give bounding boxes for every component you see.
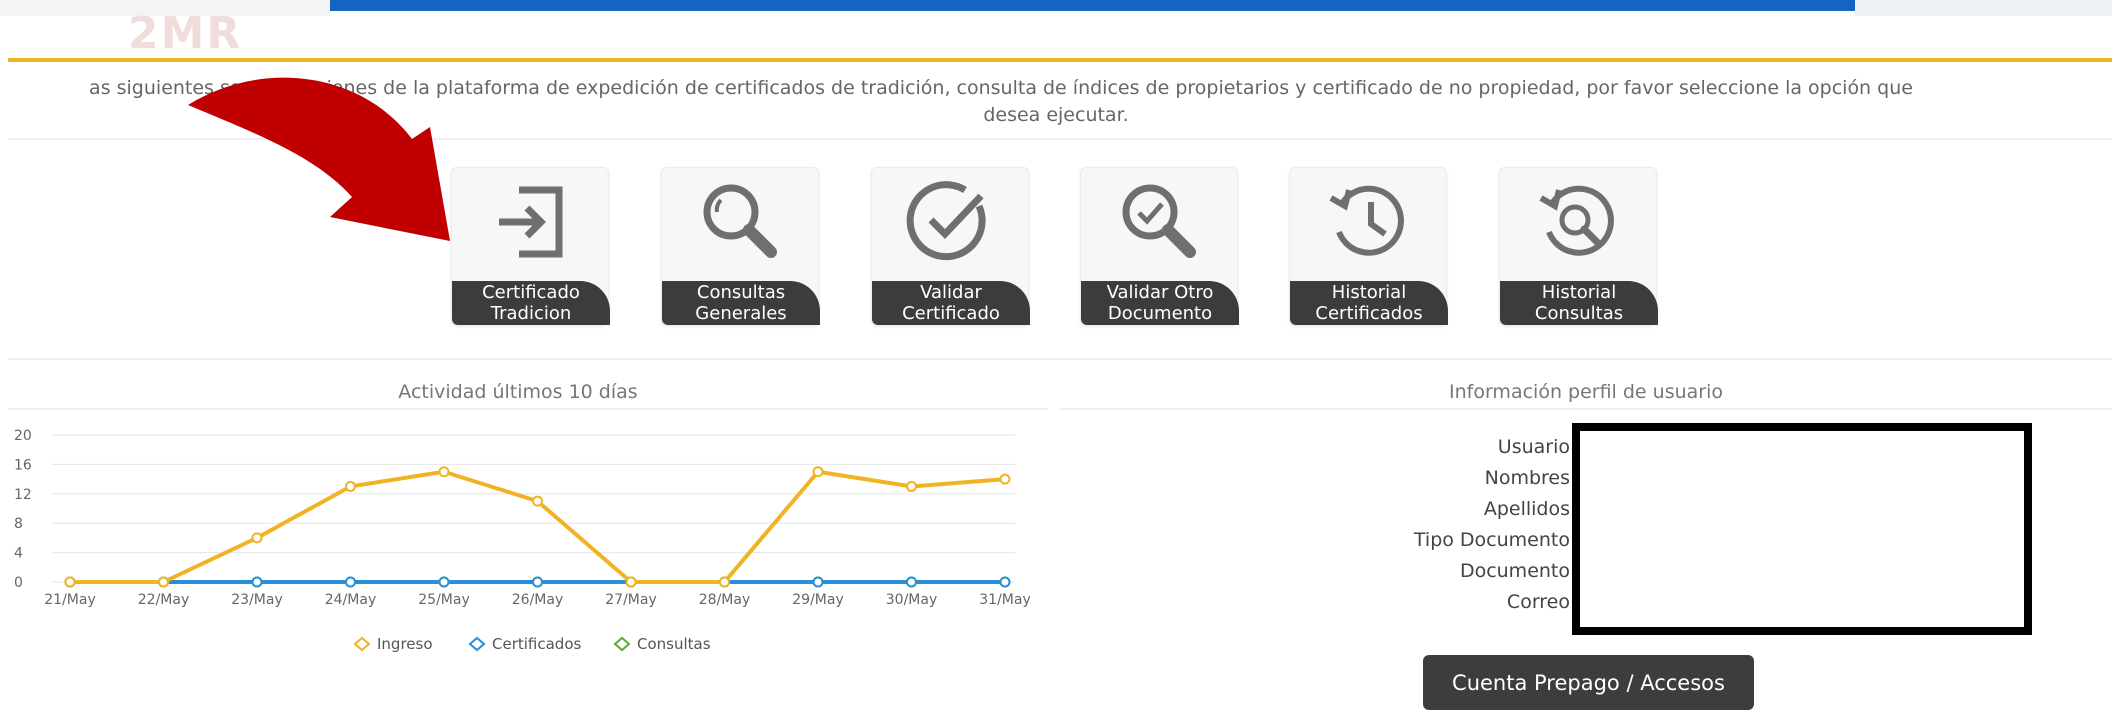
x-tick-label: 24/May [325, 592, 376, 608]
top-bar-right [1855, 0, 2112, 16]
series-line [70, 469, 1006, 584]
curved-arrow-icon [188, 77, 450, 241]
tile-label: Consultas Generales [662, 281, 820, 325]
redacted-user-info [1572, 423, 2032, 635]
legend-marker [468, 636, 486, 652]
tile-label: Validar Certificado [872, 281, 1030, 325]
profile-labels: Usuario Nombres Apellidos Tipo Documento… [1300, 432, 1570, 618]
data-point [999, 473, 1011, 485]
data-point [438, 466, 450, 478]
tile-validar-otro-documento[interactable]: Validar Otro Documento [1080, 167, 1239, 326]
y-tick-label: 12 [14, 487, 32, 503]
y-tick-label: 8 [14, 516, 23, 532]
tile-historial-consultas[interactable]: Historial Consultas [1499, 167, 1658, 326]
logo: 2MR [128, 12, 243, 56]
legend-marker [353, 636, 371, 652]
legend-label: Ingreso [377, 635, 433, 653]
x-tick-label: 28/May [699, 592, 750, 608]
label-documento: Documento [1459, 560, 1570, 582]
tile-historial-certificados[interactable]: Historial Certificados [1289, 167, 1448, 326]
label-usuario: Usuario [1497, 436, 1570, 458]
data-point [719, 576, 730, 588]
divider [8, 358, 2112, 360]
data-point [251, 576, 263, 588]
y-tick-label: 4 [14, 546, 23, 562]
tile-label: Validar Otro Documento [1081, 281, 1239, 325]
divider [1060, 408, 2112, 410]
x-tick-label: 31/May [979, 592, 1030, 608]
legend-marker [613, 636, 631, 652]
x-tick-label: 25/May [418, 592, 469, 608]
data-point [625, 576, 637, 588]
sign-in-icon [499, 186, 563, 258]
data-point [812, 576, 824, 588]
tile-consultas-generales[interactable]: Consultas Generales [661, 167, 820, 326]
history-clock-icon [1329, 185, 1404, 256]
x-tick-label: 22/May [138, 592, 189, 608]
header-divider [8, 58, 2112, 62]
check-circle-icon [906, 181, 986, 261]
tile-label: Historial Certificados [1290, 281, 1448, 325]
search-icon [703, 184, 777, 258]
data-point [158, 576, 169, 588]
data-point [345, 576, 356, 588]
tile-validar-certificado[interactable]: Validar Certificado [871, 167, 1030, 326]
tile-certificado-tradicion[interactable]: Certificado Tradicion [451, 167, 610, 326]
data-point [999, 576, 1011, 588]
data-point [812, 466, 824, 478]
search-check-icon [1122, 184, 1196, 258]
history-search-icon [1539, 185, 1614, 256]
label-tipo-documento: Tipo Documento [1413, 529, 1570, 551]
y-tick-label: 0 [14, 575, 23, 591]
y-tick-label: 20 [14, 428, 32, 444]
data-point [64, 576, 76, 588]
y-tick-label: 16 [14, 457, 32, 473]
data-point [906, 576, 917, 588]
data-point [345, 480, 356, 492]
legend-label: Consultas [637, 635, 711, 653]
activity-panel-title: Actividad últimos 10 días [398, 381, 638, 403]
activity-chart: 0 4 8 12 16 20 21/May 22/May 23/May 24/May 25/May 2… [14, 428, 1031, 653]
intro-line-2: desea ejecutar. [983, 104, 1129, 126]
x-tick-label: 27/May [605, 592, 656, 608]
x-tick-label: 30/May [886, 592, 937, 608]
x-tick-label: 29/May [792, 592, 843, 608]
label-correo: Correo [1506, 591, 1570, 613]
top-bar-blue [330, 0, 1855, 11]
data-point [906, 480, 917, 492]
label-nombres: Nombres [1484, 467, 1570, 489]
tile-label: Certificado Tradicion [452, 281, 610, 325]
tile-label: Historial Consultas [1500, 281, 1658, 325]
data-point [532, 576, 543, 588]
data-point [438, 576, 450, 588]
label-apellidos: Apellidos [1483, 498, 1570, 520]
profile-panel-title: Información perfil de usuario [1449, 381, 1723, 403]
legend-label: Certificados [492, 635, 582, 653]
x-tick-label: 26/May [512, 592, 563, 608]
x-tick-label: 23/May [231, 592, 282, 608]
x-tick-label: 21/May [44, 592, 95, 608]
data-point [251, 532, 263, 544]
prepaid-account-button[interactable]: Cuenta Prepago / Accesos [1423, 655, 1754, 710]
data-point [532, 495, 543, 507]
divider [8, 408, 1048, 410]
